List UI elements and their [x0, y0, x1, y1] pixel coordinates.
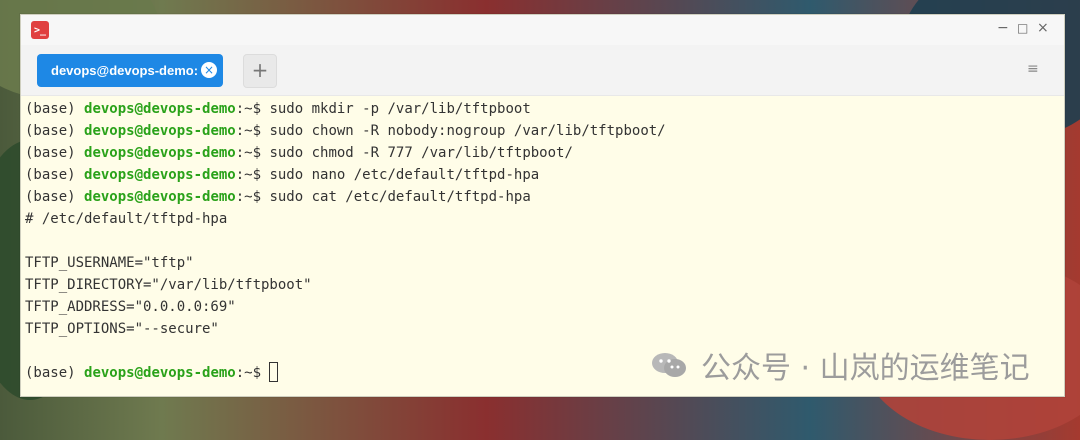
terminal-output-line: TFTP_DIRECTORY="/var/lib/tftpboot" [25, 277, 312, 293]
close-window-button[interactable]: × [1037, 20, 1049, 36]
terminal-output-line: TFTP_OPTIONS="--secure" [25, 321, 219, 337]
terminal-line: (base) devops@devops-demo:~$ sudo mkdir … [25, 101, 531, 117]
tab-close-icon[interactable]: × [201, 62, 217, 78]
terminal-output-line: TFTP_USERNAME="tftp" [25, 255, 194, 271]
terminal-line: (base) devops@devops-demo:~$ sudo chmod … [25, 145, 573, 161]
minimize-button[interactable]: − [997, 20, 1009, 36]
watermark: 公众号 · 山岚的运维笔记 [651, 345, 1030, 386]
terminal-output-line: TFTP_ADDRESS="0.0.0.0:69" [25, 299, 236, 315]
text-cursor [269, 362, 279, 382]
terminal-line: (base) devops@devops-demo:~$ sudo chown … [25, 123, 666, 139]
terminal-line: (base) devops@devops-demo:~$ sudo nano /… [25, 167, 540, 183]
wechat-icon [651, 351, 689, 379]
tab-devops[interactable]: devops@devops-demo: × [37, 54, 223, 87]
terminal-app-icon: >_ [31, 21, 49, 39]
terminal-window: >_ − □ × devops@devops-demo: × + ≡ (base… [20, 14, 1065, 397]
hamburger-menu-icon[interactable]: ≡ [1027, 61, 1039, 77]
terminal-line: (base) devops@devops-demo:~$ sudo cat /e… [25, 189, 531, 205]
title-bar: >_ − □ × [21, 15, 1064, 46]
maximize-button[interactable]: □ [1017, 21, 1028, 35]
tab-label: devops@devops-demo: [51, 63, 199, 78]
watermark-text: 公众号 · 山岚的运维笔记 [701, 351, 1030, 386]
tab-bar: devops@devops-demo: × + ≡ [21, 45, 1064, 96]
terminal-output-line: # /etc/default/tftpd-hpa [25, 211, 228, 227]
new-tab-button[interactable]: + [243, 54, 277, 88]
